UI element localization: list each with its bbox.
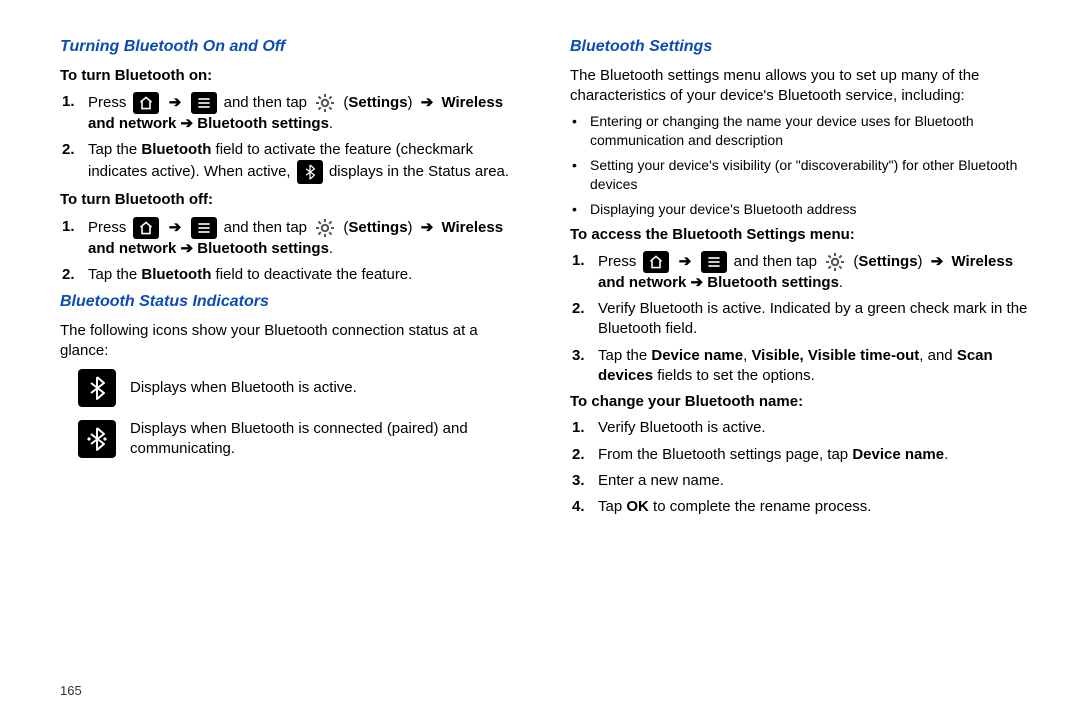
indicator-row-connected: Displays when Bluetooth is connected (pa… bbox=[78, 419, 530, 460]
settings-label: Settings bbox=[348, 94, 407, 111]
access-step-1: Press ➔ and then tap (Settings) ➔ Wirele… bbox=[592, 251, 1040, 293]
change-step-1: Verify Bluetooth is active. bbox=[592, 418, 1040, 438]
bluetooth-icon bbox=[297, 160, 323, 184]
settings-bullets: Entering or changing the name your devic… bbox=[570, 112, 1040, 218]
bluetooth-connected-icon bbox=[78, 420, 116, 458]
access-steps: Press ➔ and then tap (Settings) ➔ Wirele… bbox=[570, 251, 1040, 386]
turn-off-step-2: Tap the Bluetooth field to deactivate th… bbox=[82, 265, 530, 285]
turn-on-steps: Press ➔ and then tap (Settings) ➔ Wirele… bbox=[60, 92, 530, 185]
access-step-3: Tap the Device name, Visible, Visible ti… bbox=[592, 346, 1040, 387]
gear-icon bbox=[823, 251, 847, 273]
subheading-turn-on: To turn Bluetooth on: bbox=[60, 66, 530, 86]
indicators-intro: The following icons show your Bluetooth … bbox=[60, 321, 530, 362]
indicator-text: Displays when Bluetooth is active. bbox=[130, 378, 357, 398]
bluetooth-active-icon bbox=[78, 369, 116, 407]
heading-bluetooth-settings: Bluetooth Settings bbox=[570, 36, 1040, 58]
indicator-text: Displays when Bluetooth is connected (pa… bbox=[130, 419, 530, 460]
home-icon bbox=[133, 92, 159, 114]
turn-off-steps: Press ➔ and then tap (Settings) ➔ Wirele… bbox=[60, 217, 530, 286]
subheading-access-menu: To access the Bluetooth Settings menu: bbox=[570, 225, 1040, 245]
turn-on-step-1: Press ➔ and then tap (Settings) ➔ Wirele… bbox=[82, 92, 530, 134]
page-number: 165 bbox=[60, 682, 82, 700]
turn-on-step-2: Tap the Bluetooth field to activate the … bbox=[82, 140, 530, 184]
change-name-steps: Verify Bluetooth is active. From the Blu… bbox=[570, 418, 1040, 517]
bullet-item: Setting your device's visibility (or "di… bbox=[584, 156, 1040, 194]
gear-icon bbox=[313, 92, 337, 114]
change-step-3: Enter a new name. bbox=[592, 471, 1040, 491]
arrow-icon: ➔ bbox=[931, 253, 944, 270]
indicator-row-active: Displays when Bluetooth is active. bbox=[78, 369, 530, 407]
settings-intro: The Bluetooth settings menu allows you t… bbox=[570, 66, 1040, 107]
arrow-icon: ➔ bbox=[679, 253, 692, 270]
right-column: Bluetooth Settings The Bluetooth setting… bbox=[570, 30, 1040, 523]
settings-label: Settings bbox=[858, 253, 917, 270]
arrow-icon: ➔ bbox=[169, 219, 182, 236]
turn-off-step-1: Press ➔ and then tap (Settings) ➔ Wirele… bbox=[82, 217, 530, 259]
arrow-icon: ➔ bbox=[421, 94, 434, 111]
menu-icon bbox=[191, 92, 217, 114]
bullet-item: Entering or changing the name your devic… bbox=[584, 112, 1040, 150]
subheading-change-name: To change your Bluetooth name: bbox=[570, 392, 1040, 412]
settings-label: Settings bbox=[348, 219, 407, 236]
heading-turning-bluetooth: Turning Bluetooth On and Off bbox=[60, 36, 530, 58]
heading-status-indicators: Bluetooth Status Indicators bbox=[60, 291, 530, 313]
home-icon bbox=[133, 217, 159, 239]
gear-icon bbox=[313, 217, 337, 239]
home-icon bbox=[643, 251, 669, 273]
left-column: Turning Bluetooth On and Off To turn Blu… bbox=[60, 30, 530, 523]
change-step-2: From the Bluetooth settings page, tap De… bbox=[592, 445, 1040, 465]
arrow-icon: ➔ bbox=[169, 94, 182, 111]
arrow-icon: ➔ bbox=[421, 219, 434, 236]
change-step-4: Tap OK to complete the rename process. bbox=[592, 497, 1040, 517]
bullet-item: Displaying your device's Bluetooth addre… bbox=[584, 200, 1040, 219]
menu-icon bbox=[701, 251, 727, 273]
access-step-2: Verify Bluetooth is active. Indicated by… bbox=[592, 299, 1040, 340]
menu-icon bbox=[191, 217, 217, 239]
subheading-turn-off: To turn Bluetooth off: bbox=[60, 190, 530, 210]
